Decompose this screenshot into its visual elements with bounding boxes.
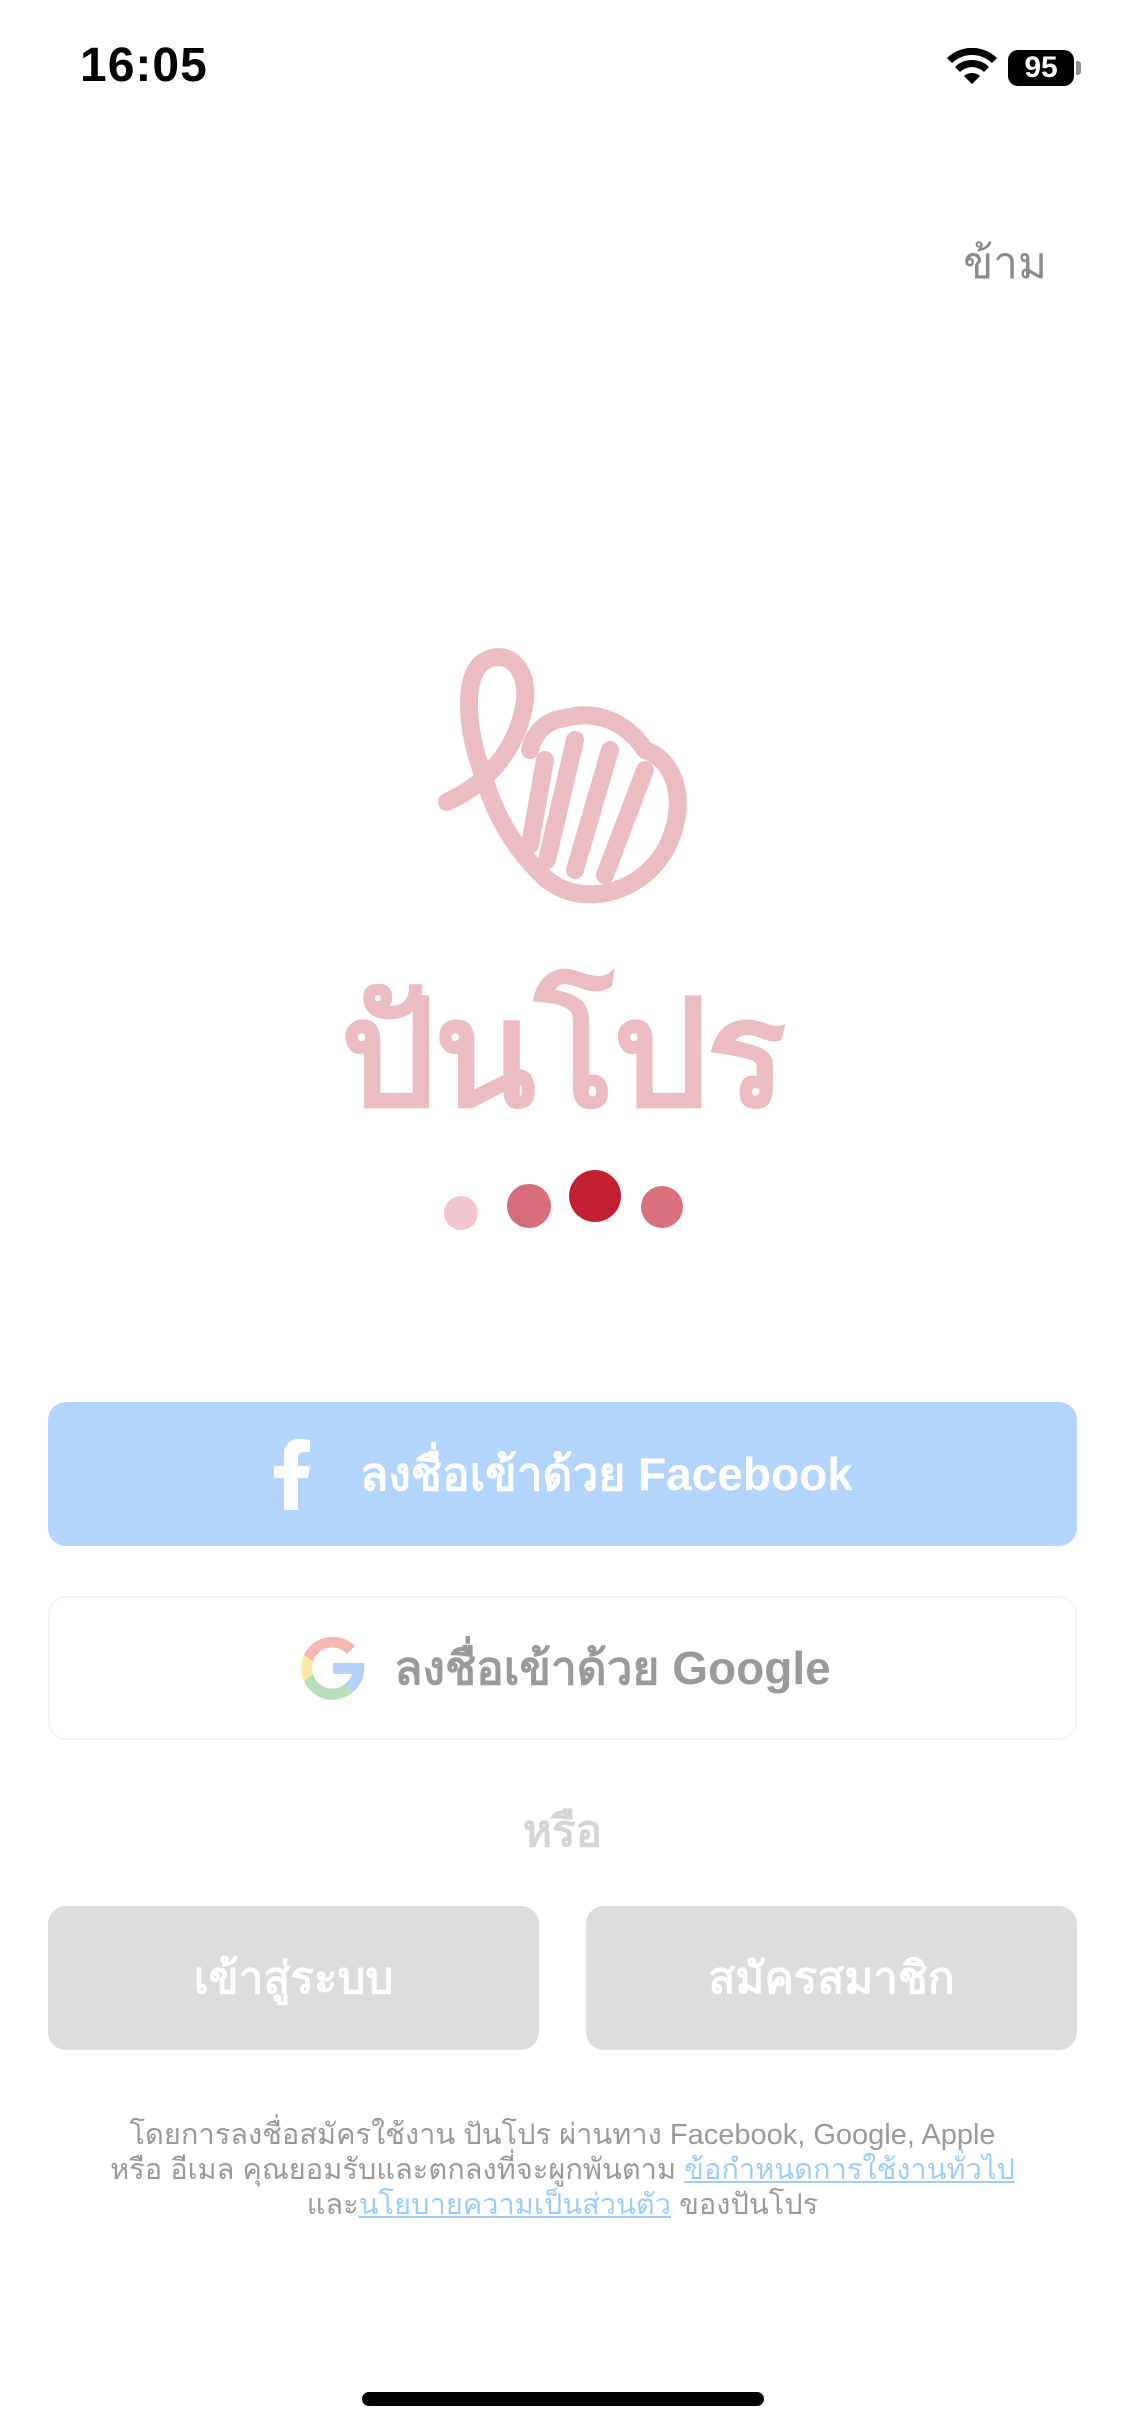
- privacy-link[interactable]: นโยบายความเป็นส่วนตัว: [359, 2189, 671, 2221]
- or-divider: หรือ: [522, 1807, 603, 1856]
- page-dot-1: [444, 1196, 478, 1230]
- battery-icon: 95: [1008, 50, 1074, 86]
- legal-line-2: หรือ อีเมล คุณยอมรับและตกลงที่จะผูกพันตา…: [80, 2153, 1045, 2188]
- status-time: 16:05: [80, 39, 208, 92]
- facebook-login-label: ลงชื่อเข้าด้วย Facebook: [360, 1447, 853, 1500]
- legal-line-3: และนโยบายความเป็นส่วนตัว ของปันโปร: [80, 2188, 1045, 2223]
- brand-name: ปันโปร: [340, 970, 786, 1138]
- legal-notice: โดยการลงชื่อสมัครใช้งาน ปันโปร ผ่านทาง F…: [80, 2118, 1045, 2223]
- home-indicator: [362, 2392, 764, 2406]
- legal-line-1: โดยการลงชื่อสมัครใช้งาน ปันโปร ผ่านทาง F…: [129, 2119, 996, 2151]
- wifi-icon: [947, 48, 997, 84]
- skip-button[interactable]: ข้าม: [963, 228, 1047, 298]
- legal-line-3-suffix: ของปันโปร: [679, 2189, 819, 2221]
- page-dot-3: [569, 1170, 621, 1222]
- battery-tip: [1076, 61, 1081, 75]
- facebook-icon: [274, 1439, 311, 1510]
- legal-line-3-prefix: และ: [306, 2189, 359, 2221]
- page-dot-2: [507, 1184, 551, 1228]
- login-button[interactable]: เข้าสู่ระบบ: [48, 1906, 539, 2050]
- page-indicator: [0, 1160, 1125, 1240]
- register-button[interactable]: สมัครสมาชิก: [586, 1906, 1077, 2050]
- legal-line-2-text: หรือ อีเมล คุณยอมรับและตกลงที่จะผูกพันตา…: [110, 2154, 677, 2186]
- status-bar: 16:05 95: [0, 0, 1125, 140]
- page-dot-4: [641, 1186, 683, 1228]
- google-login-button[interactable]: ลงชื่อเข้าด้วย Google: [48, 1596, 1077, 1740]
- hand-logo-icon: [438, 648, 687, 904]
- google-icon: [301, 1636, 365, 1700]
- facebook-login-button[interactable]: ลงชื่อเข้าด้วย Facebook: [48, 1402, 1077, 1546]
- google-login-label: ลงชื่อเข้าด้วย Google: [394, 1641, 831, 1694]
- terms-link[interactable]: ข้อกำหนดการใช้งานทั่วไป: [684, 2154, 1015, 2186]
